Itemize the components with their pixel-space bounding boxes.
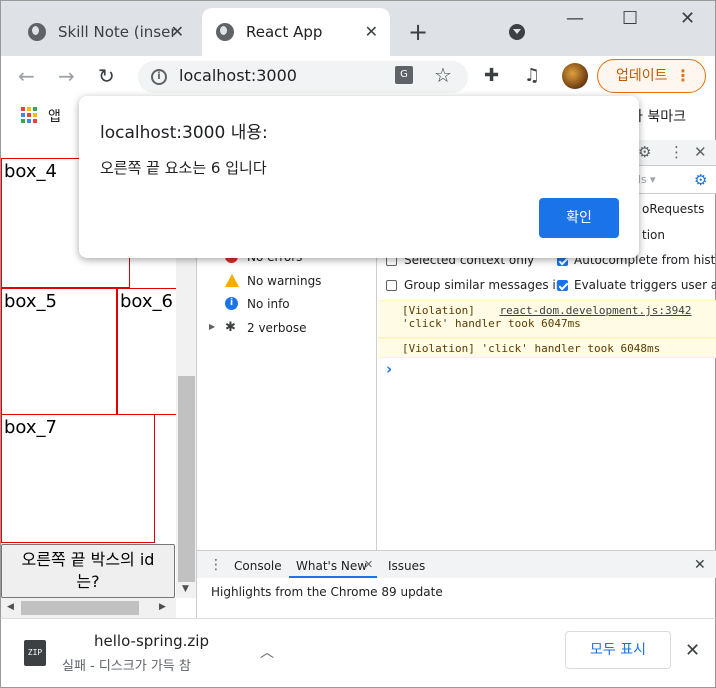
- show-all-button[interactable]: 모두 표시: [565, 631, 671, 669]
- tab-skill-note[interactable]: Skill Note (inser ✕: [14, 8, 196, 56]
- evaluate-triggers-checkbox[interactable]: [557, 280, 568, 291]
- drawer-menu-icon[interactable]: ⋮: [209, 557, 223, 573]
- sidebar-item-info[interactable]: i No info: [225, 297, 290, 311]
- maximize-icon[interactable]: ☐: [622, 8, 638, 29]
- apps-grid-icon[interactable]: [21, 107, 37, 123]
- close-tab-icon[interactable]: ✕: [365, 22, 378, 41]
- active-tab-indicator: [289, 576, 377, 578]
- console-prompt[interactable]: ›: [386, 360, 392, 378]
- tab-title: Skill Note (inser: [58, 23, 177, 41]
- alert-title: localhost:3000 내용:: [100, 123, 268, 143]
- forward-icon[interactable]: →: [58, 64, 75, 88]
- media-icon[interactable]: ♫: [524, 65, 540, 86]
- ok-button[interactable]: 확인: [539, 198, 619, 238]
- star-icon[interactable]: ☆: [434, 63, 452, 87]
- extensions-icon[interactable]: ✚: [484, 65, 499, 86]
- translate-icon[interactable]: G: [395, 66, 413, 84]
- sidebar-item-label: No info: [247, 297, 290, 311]
- console-message: [Violation] react-dom.development.js:394…: [378, 300, 716, 338]
- info-icon[interactable]: i: [151, 69, 167, 85]
- scroll-right-icon[interactable]: ▶: [159, 602, 166, 612]
- tab-console[interactable]: Console: [234, 559, 282, 573]
- alert-message: 오른쪽 끝 요소는 6 입니다: [100, 159, 267, 177]
- reload-icon[interactable]: ↻: [98, 64, 115, 88]
- button-label-line1: 오른쪽 끝 박스의 id: [21, 550, 155, 569]
- horizontal-scrollbar[interactable]: ◀ ▶: [1, 598, 176, 618]
- tab-react-app[interactable]: React App ✕: [202, 8, 390, 56]
- avatar[interactable]: [562, 63, 588, 89]
- sidebar-item-label: 2 verbose: [247, 321, 307, 335]
- download-filename[interactable]: hello-spring.zip: [94, 632, 209, 650]
- more-icon[interactable]: ⋮: [669, 143, 684, 161]
- sidebar-item-verbose[interactable]: ▶ ✱ 2 verbose: [209, 321, 307, 335]
- console-message: [Violation] 'click' handler took 6048ms: [378, 338, 716, 358]
- warning-icon: [225, 274, 239, 287]
- update-label: 업데이트: [616, 68, 668, 84]
- close-download-bar-icon[interactable]: ✕: [685, 640, 700, 661]
- bookmark-apps[interactable]: 앱: [48, 106, 61, 126]
- setting-xhr-partial[interactable]: oRequests: [642, 202, 704, 216]
- tab-issues[interactable]: Issues: [388, 559, 425, 573]
- button-label-line2: 는?: [76, 572, 100, 591]
- scroll-left-icon[interactable]: ◀: [7, 602, 14, 612]
- back-icon[interactable]: ←: [18, 64, 35, 88]
- new-tab-icon[interactable]: +: [408, 18, 428, 46]
- scroll-thumb[interactable]: [178, 376, 195, 582]
- source-link[interactable]: react-dom.development.js:3942: [499, 304, 691, 317]
- tab-whats-new[interactable]: What's New: [296, 559, 367, 573]
- zip-file-icon: ZIP: [24, 640, 46, 666]
- setting-preserve-partial[interactable]: tion: [642, 228, 665, 242]
- chevron-up-icon[interactable]: ︿: [260, 642, 274, 662]
- update-button[interactable]: 업데이트 ⋮: [597, 59, 706, 93]
- violation-text: 'click' handler took 6047ms: [402, 317, 581, 330]
- evaluate-triggers-label: Evaluate triggers user activ: [574, 278, 716, 292]
- settings-gear-icon[interactable]: ⚙: [638, 143, 651, 161]
- box-7: box_7: [1, 414, 155, 543]
- close-drawer-icon[interactable]: ✕: [694, 557, 706, 573]
- globe-icon: [28, 23, 46, 41]
- minimize-icon[interactable]: —: [566, 8, 584, 29]
- close-tab-icon[interactable]: ✕: [171, 22, 184, 41]
- whats-new-highlight: Highlights from the Chrome 89 update: [211, 585, 443, 599]
- close-whats-new-icon[interactable]: ✕: [364, 558, 373, 571]
- sidebar-item-label: No warnings: [247, 274, 322, 288]
- close-window-icon[interactable]: ✕: [680, 8, 695, 29]
- group-similar-checkbox[interactable]: [386, 280, 397, 291]
- globe-icon: [216, 23, 234, 41]
- expand-arrow-icon[interactable]: ▶: [209, 322, 215, 331]
- info-icon: i: [225, 297, 238, 310]
- group-similar-label: Group similar messages in: [404, 278, 564, 292]
- find-rightmost-box-button[interactable]: 오른쪽 끝 박스의 id 는?: [1, 544, 175, 598]
- sidebar-item-warnings[interactable]: No warnings: [225, 274, 322, 288]
- tab-title: React App: [246, 23, 323, 41]
- menu-dots-icon: ⋮: [675, 66, 691, 85]
- scroll-down-icon[interactable]: ▼: [182, 584, 189, 594]
- drawer-tabs: ⋮ Console What's New ✕ Issues ✕: [197, 550, 716, 578]
- alert-dialog: localhost:3000 내용: 오른쪽 끝 요소는 6 입니다 확인: [79, 96, 639, 258]
- scroll-thumb[interactable]: [21, 601, 139, 615]
- violation-tag: [Violation]: [402, 304, 475, 317]
- bug-icon: ✱: [225, 320, 236, 335]
- close-devtools-icon[interactable]: ✕: [694, 143, 707, 161]
- download-status: 실패 - 디스크가 가득 참: [62, 659, 191, 674]
- violation-text: [Violation] 'click' handler took 6048ms: [402, 342, 661, 355]
- tab-search-icon[interactable]: [509, 24, 525, 40]
- box-5: box_5: [1, 288, 117, 415]
- url-text[interactable]: localhost:3000: [179, 66, 297, 85]
